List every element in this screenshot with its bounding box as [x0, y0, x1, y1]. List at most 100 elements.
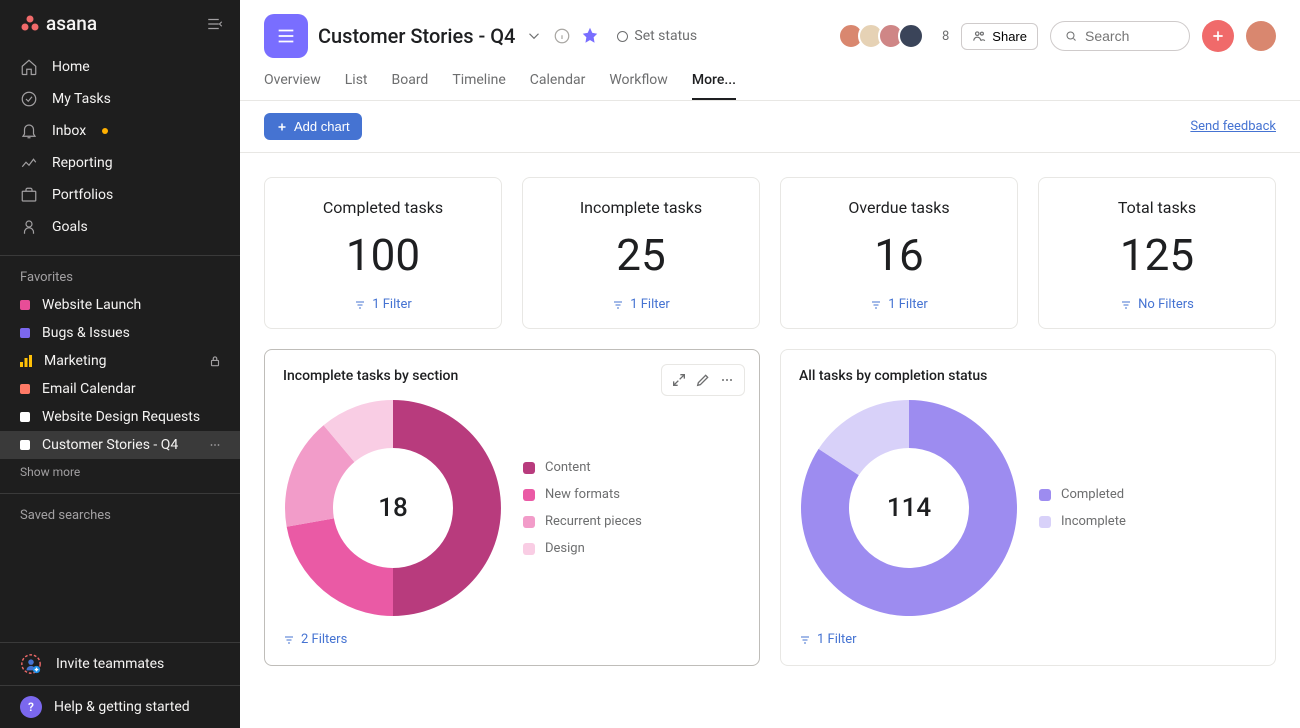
favorite-label: Customer Stories - Q4: [42, 437, 178, 453]
chart-filter[interactable]: 1 Filter: [799, 632, 1257, 647]
reporting-icon: [20, 154, 38, 172]
legend-swatch: [523, 462, 535, 474]
check-circle-icon: [20, 90, 38, 108]
nav-goals[interactable]: Goals: [0, 211, 240, 243]
stat-title: Incomplete tasks: [580, 198, 702, 217]
legend-label: New formats: [545, 487, 620, 502]
chevron-down-icon[interactable]: [525, 27, 543, 45]
show-more[interactable]: Show more: [0, 459, 240, 485]
chart-center-value: 114: [799, 398, 1019, 618]
legend-item: Content: [523, 460, 642, 475]
nav-label: Goals: [52, 219, 88, 235]
nav-label: Inbox: [52, 123, 86, 139]
logo[interactable]: asana: [20, 12, 97, 35]
filter-icon: [1120, 299, 1132, 311]
tab-overview[interactable]: Overview: [264, 72, 321, 100]
send-feedback-link[interactable]: Send feedback: [1190, 119, 1276, 134]
favorite-item[interactable]: Email Calendar: [0, 375, 240, 403]
stat-value: 16: [874, 229, 923, 281]
bars-icon: [20, 355, 32, 367]
chart-center-value: 18: [283, 398, 503, 618]
nav-home[interactable]: Home: [0, 51, 240, 83]
more-icon[interactable]: [716, 369, 738, 391]
chart-card[interactable]: All tasks by completion status114Complet…: [780, 349, 1276, 666]
invite-teammates[interactable]: Invite teammates: [0, 642, 240, 685]
tab-list[interactable]: List: [345, 72, 368, 100]
user-avatar[interactable]: [1246, 21, 1276, 51]
star-icon[interactable]: [581, 27, 599, 45]
nav-portfolios[interactable]: Portfolios: [0, 179, 240, 211]
tab-calendar[interactable]: Calendar: [530, 72, 586, 100]
search-input[interactable]: [1085, 28, 1175, 44]
tab-board[interactable]: Board: [392, 72, 429, 100]
help-icon: ?: [20, 696, 42, 718]
member-avatars[interactable]: [844, 23, 924, 49]
legend-swatch: [523, 516, 535, 528]
tab-timeline[interactable]: Timeline: [452, 72, 505, 100]
stat-filter[interactable]: No Filters: [1120, 297, 1194, 312]
nav-label: Reporting: [52, 155, 113, 171]
tab-workflow[interactable]: Workflow: [609, 72, 668, 100]
tab-more[interactable]: More...: [692, 72, 736, 100]
help[interactable]: ? Help & getting started: [0, 685, 240, 728]
chart-actions: [661, 364, 745, 396]
legend-swatch: [523, 489, 535, 501]
stat-filter[interactable]: 1 Filter: [870, 297, 928, 312]
stat-value: 100: [346, 229, 420, 281]
favorite-item[interactable]: Website Design Requests: [0, 403, 240, 431]
favorite-label: Bugs & Issues: [42, 325, 130, 341]
collapse-sidebar-icon[interactable]: [206, 15, 224, 33]
stat-card[interactable]: Total tasks125No Filters: [1038, 177, 1276, 329]
project-title: Customer Stories - Q4: [318, 24, 515, 48]
search-icon: [1065, 28, 1077, 44]
project-icon: [264, 14, 308, 58]
plus-icon: [1210, 28, 1226, 44]
unread-dot: [102, 128, 108, 134]
home-icon: [20, 58, 38, 76]
stat-card[interactable]: Completed tasks1001 Filter: [264, 177, 502, 329]
favorite-item[interactable]: Bugs & Issues: [0, 319, 240, 347]
more-icon[interactable]: [208, 438, 222, 452]
nav-label: Portfolios: [52, 187, 113, 203]
filter-icon: [870, 299, 882, 311]
favorites-header: Favorites: [0, 256, 240, 291]
stat-card[interactable]: Incomplete tasks 25 1 Filter: [522, 177, 760, 329]
favorite-label: Email Calendar: [42, 381, 136, 397]
favorite-label: Marketing: [44, 353, 107, 369]
portfolio-icon: [20, 186, 38, 204]
stat-value: 25: [616, 229, 665, 281]
nav-label: My Tasks: [52, 91, 111, 107]
project-color-icon: [20, 328, 30, 338]
favorite-item[interactable]: Website Launch: [0, 291, 240, 319]
stat-title: Overdue tasks: [848, 198, 949, 217]
legend-label: Content: [545, 460, 591, 475]
info-icon[interactable]: [553, 27, 571, 45]
expand-icon[interactable]: [668, 369, 690, 391]
stat-filter[interactable]: 1 Filter: [612, 297, 670, 312]
nav-reporting[interactable]: Reporting: [0, 147, 240, 179]
lock-icon: [208, 354, 222, 368]
legend-label: Recurrent pieces: [545, 514, 642, 529]
favorite-item[interactable]: Marketing: [0, 347, 240, 375]
set-status[interactable]: Set status: [617, 28, 697, 44]
project-color-icon: [20, 384, 30, 394]
stat-card[interactable]: Overdue tasks 16 1 Filter: [780, 177, 1018, 329]
status-circle-icon: [617, 31, 628, 42]
search-box[interactable]: [1050, 21, 1190, 51]
favorite-item[interactable]: Customer Stories - Q4: [0, 431, 240, 459]
legend-item: New formats: [523, 487, 642, 502]
share-button[interactable]: Share: [961, 23, 1038, 50]
nav-my-tasks[interactable]: My Tasks: [0, 83, 240, 115]
stat-filter[interactable]: 1 Filter: [354, 297, 412, 312]
legend-item: Design: [523, 541, 642, 556]
edit-icon[interactable]: [692, 369, 714, 391]
saved-searches-header[interactable]: Saved searches: [0, 494, 240, 529]
nav-inbox[interactable]: Inbox: [0, 115, 240, 147]
filter-icon: [612, 299, 624, 311]
status-label: Set status: [634, 28, 697, 44]
add-button[interactable]: [1202, 20, 1234, 52]
chart-filter[interactable]: 2 Filters: [283, 632, 741, 647]
add-chart-button[interactable]: Add chart: [264, 113, 362, 140]
chart-card[interactable]: Incomplete tasks by section18ContentNew …: [264, 349, 760, 666]
legend-swatch: [523, 543, 535, 555]
